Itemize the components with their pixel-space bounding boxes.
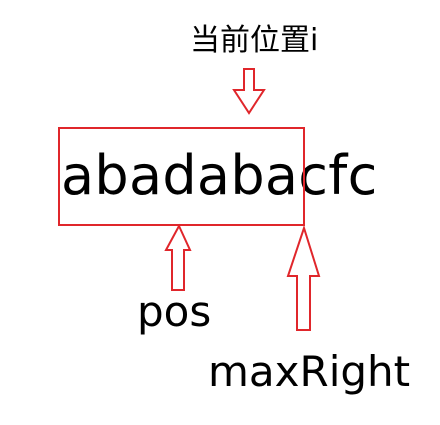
up-arrow-icon — [286, 224, 321, 331]
up-arrow-icon — [164, 223, 192, 291]
highlight-box — [58, 127, 305, 226]
diagram-shapes — [58, 68, 321, 331]
down-arrow-icon — [232, 68, 266, 115]
